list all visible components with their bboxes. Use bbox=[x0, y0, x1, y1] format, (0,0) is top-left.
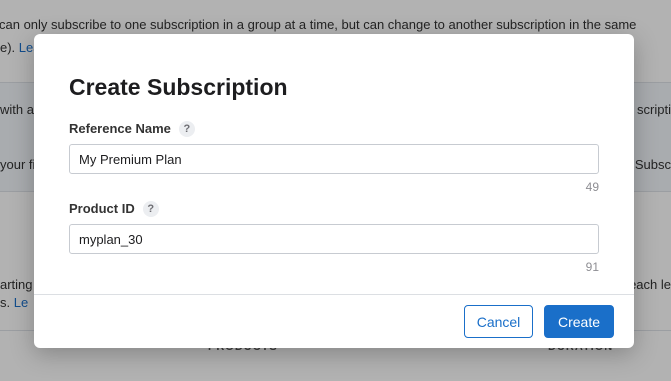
product-id-char-counter: 91 bbox=[585, 260, 599, 274]
reference-name-help-icon[interactable]: ? bbox=[178, 120, 195, 137]
product-id-label-text: Product ID bbox=[69, 201, 135, 216]
reference-name-label: Reference Name? bbox=[69, 120, 195, 138]
product-id-help-icon[interactable]: ? bbox=[142, 200, 159, 217]
reference-name-char-counter: 49 bbox=[585, 180, 599, 194]
dialog-footer-divider bbox=[34, 294, 634, 295]
product-id-input[interactable] bbox=[69, 224, 599, 254]
create-button[interactable]: Create bbox=[544, 305, 614, 338]
cancel-button[interactable]: Cancel bbox=[464, 305, 533, 338]
reference-name-label-text: Reference Name bbox=[69, 121, 171, 136]
create-subscription-dialog: Create Subscription Reference Name? 49 P… bbox=[34, 34, 634, 348]
product-id-label: Product ID? bbox=[69, 200, 159, 218]
dialog-title: Create Subscription bbox=[69, 74, 288, 100]
reference-name-input[interactable] bbox=[69, 144, 599, 174]
